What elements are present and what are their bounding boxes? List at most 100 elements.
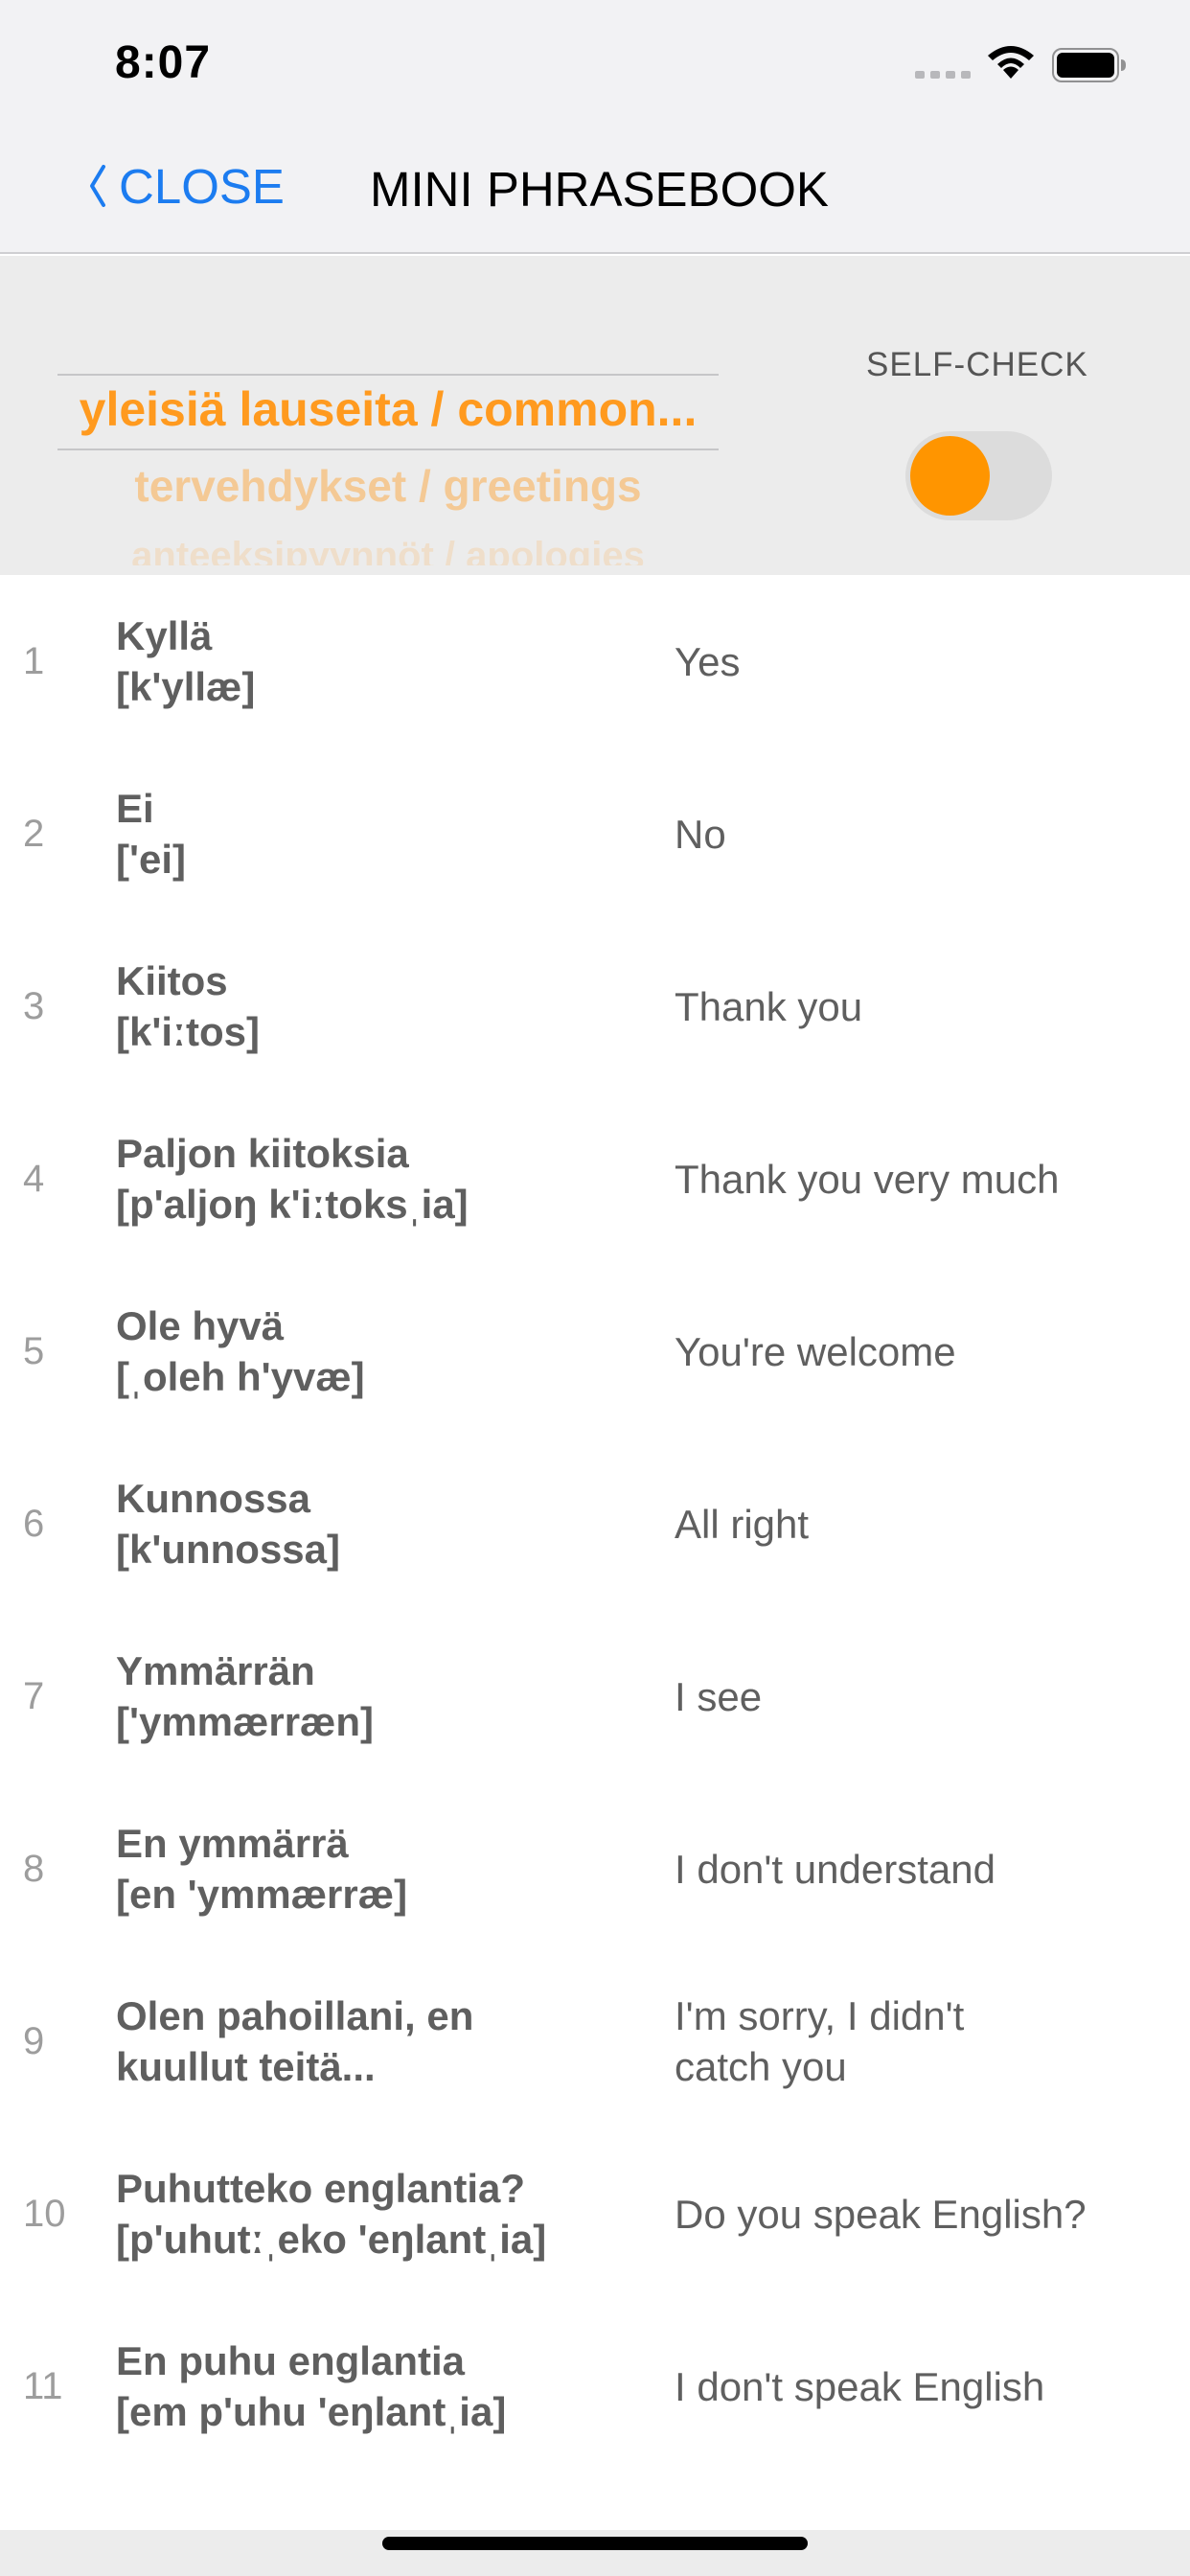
close-button-label: CLOSE [119, 158, 285, 214]
phrase-finnish: En puhu englantia [em p'uhu 'eŋlantˌia] [116, 2300, 652, 2472]
phrase-row[interactable]: 10 Puhutteko englantia? [p'uhutːˌeko 'eŋla… [0, 2128, 1190, 2300]
phrase-pronunciation: [k'yllæ] [116, 664, 256, 709]
phrase-finnish-text: Paljon kiitoksia [116, 1131, 409, 1176]
control-panel: yleisiä lauseita / common... tervehdykse… [0, 256, 1190, 575]
picker-category-option[interactable]: anteeksipyynnöt / apologies [57, 535, 719, 565]
phrase-row[interactable]: 5 Ole hyvä [ˌoleh h'yvæ] You're welcome [0, 1265, 1190, 1438]
phrase-english: Do you speak English? [675, 2128, 1154, 2300]
phrase-finnish-text: En puhu englantia [116, 2338, 465, 2383]
phrase-finnish-text: En ymmärrä [116, 1821, 349, 1866]
phrase-finnish: Puhutteko englantia? [p'uhutːˌeko 'eŋlant… [116, 2128, 652, 2300]
cellular-signal-icon [915, 71, 971, 79]
phrase-row[interactable]: 6 Kunnossa [k'unnossa] All right [0, 1438, 1190, 1610]
phrase-pronunciation: [en 'ymmærræ] [116, 1872, 408, 1917]
phrase-finnish: Paljon kiitoksia [p'aljoŋ k'iːtoksˌia] [116, 1092, 652, 1265]
phrase-row[interactable]: 8 En ymmärrä [en 'ymmærræ] I don't understa… [0, 1782, 1190, 1955]
phrase-finnish: Mitä tapahtui? [116, 2472, 652, 2530]
phrase-finnish-text: Kyllä [116, 613, 213, 658]
phrase-number: 8 [23, 1847, 45, 1890]
phrase-english: I don't speak English [675, 2300, 1154, 2472]
phrase-finnish-text: Ole hyvä [116, 1303, 285, 1348]
phrase-english: I don't understand [675, 1782, 1154, 1955]
phrase-finnish: Kiitos [k'iːtos] [116, 920, 652, 1092]
phrase-english-text: I don't understand [675, 1846, 995, 1892]
phrase-finnish: Ole hyvä [ˌoleh h'yvæ] [116, 1265, 652, 1438]
phrase-english-text: Thank you [675, 983, 863, 1029]
phrase-english: All right [675, 1438, 1154, 1610]
phrase-number: 12 [23, 2472, 66, 2530]
phrase-number: 7 [23, 1674, 45, 1717]
wifi-icon [988, 46, 1034, 79]
chevron-left-icon [90, 165, 105, 207]
phrase-row[interactable]: 11 En puhu englantia [em p'uhu 'eŋlantˌia]… [0, 2300, 1190, 2472]
phrase-english-text: Thank you very much [675, 1156, 1060, 1202]
phrase-english: Thank you [675, 920, 1154, 1092]
phrase-english-text: Yes [675, 638, 741, 684]
phrase-row[interactable]: 2 Ei ['ei] No [0, 748, 1190, 920]
phrase-pronunciation: [k'unnossa] [116, 1527, 341, 1572]
phrase-finnish-text: Ei [116, 786, 154, 831]
phrase-row[interactable]: 7 Ymmärrän ['ymmærræn] I see [0, 1610, 1190, 1782]
phrase-pronunciation: [em p'uhu 'eŋlantˌia] [116, 2389, 507, 2434]
category-picker[interactable]: yleisiä lauseita / common... tervehdykse… [57, 374, 719, 565]
phrase-finnish: Olen pahoillani, en kuullut teitä... [116, 1955, 652, 2128]
phrase-number: 10 [23, 2192, 66, 2235]
phrase-finnish-text: Kiitos [116, 958, 228, 1003]
page-title: MINI PHRASEBOOK [370, 162, 829, 217]
phrase-english: What happened? [675, 2472, 1154, 2530]
picker-divider [57, 448, 719, 450]
phrase-number: 5 [23, 1329, 45, 1372]
navigation-bar: CLOSE MINI PHRASEBOOK [0, 126, 1190, 254]
phrase-english-text: Do you speak English? [675, 2191, 1087, 2237]
battery-icon [1052, 48, 1126, 82]
phrase-number: 11 [23, 2364, 63, 2407]
status-time: 8:07 [115, 37, 212, 88]
self-check-label: SELF-CHECK [866, 346, 1088, 383]
phrase-number: 9 [23, 2019, 45, 2062]
phrase-english: You're welcome [675, 1265, 1154, 1438]
phrase-row[interactable]: 1 Kyllä [k'yllæ] Yes [0, 575, 1190, 748]
phrase-number: 2 [23, 812, 45, 855]
phrase-english: No [675, 748, 1154, 920]
phrase-row[interactable]: 12 Mitä tapahtui? What happened? [0, 2472, 1190, 2530]
picker-category-option[interactable]: tervehdykset / greetings [57, 460, 719, 512]
phrase-finnish: Ymmärrän ['ymmærræn] [116, 1610, 652, 1782]
phrase-finnish-text: Ymmärrän [116, 1648, 315, 1693]
status-bar: 8:07 [0, 0, 1190, 126]
phrase-number: 1 [23, 639, 45, 682]
phrase-pronunciation: ['ei] [116, 837, 186, 882]
phrase-english-text: catch you [675, 2044, 847, 2089]
phrase-finnish: En ymmärrä [en 'ymmærræ] [116, 1782, 652, 1955]
phrase-list[interactable]: 1 Kyllä [k'yllæ] Yes 2 Ei ['ei] No 3 Kiitos [k'iːt… [0, 575, 1190, 2530]
phrase-number: 3 [23, 984, 45, 1027]
phrase-row[interactable]: 3 Kiitos [k'iːtos] Thank you [0, 920, 1190, 1092]
phrase-finnish: Ei ['ei] [116, 748, 652, 920]
phrase-finnish-text: Kunnossa [116, 1476, 311, 1521]
phrase-english-text: I'm sorry, I didn't [675, 1993, 965, 2038]
phrase-finnish-text: Olen pahoillani, en [116, 1993, 474, 2038]
phrase-english-text: All right [675, 1501, 810, 1547]
self-check-toggle[interactable] [905, 431, 1052, 520]
phrase-pronunciation: ['ymmærræn] [116, 1699, 375, 1744]
close-button[interactable]: CLOSE [84, 157, 285, 215]
picker-selected-category[interactable]: yleisiä lauseita / common... [57, 381, 719, 437]
phrase-finnish: Kyllä [k'yllæ] [116, 575, 652, 748]
phrase-number: 6 [23, 1502, 45, 1545]
phrase-row[interactable]: 9 Olen pahoillani, en kuullut teitä... I'm … [0, 1955, 1190, 2128]
phrase-english: Thank you very much [675, 1092, 1154, 1265]
phrase-english: I see [675, 1610, 1154, 1782]
phrase-english-text: You're welcome [675, 1328, 956, 1374]
phrase-finnish: Kunnossa [k'unnossa] [116, 1438, 652, 1610]
phrase-pronunciation: [p'uhutːˌeko 'eŋlantˌia] [116, 2217, 547, 2262]
phrase-finnish-text: Puhutteko englantia? [116, 2166, 526, 2211]
phrase-pronunciation: [k'iːtos] [116, 1009, 260, 1054]
phrase-english-text: No [675, 811, 726, 857]
phrase-english-text: I see [675, 1673, 763, 1719]
home-indicator[interactable] [382, 2537, 808, 2550]
toggle-knob [910, 436, 990, 516]
phrase-row[interactable]: 4 Paljon kiitoksia [p'aljoŋ k'iːtoksˌia] Th… [0, 1092, 1190, 1265]
phrase-english: Yes [675, 575, 1154, 748]
phrase-number: 4 [23, 1157, 45, 1200]
picker-divider [57, 374, 719, 376]
phrase-english-text: I don't speak English [675, 2363, 1045, 2409]
